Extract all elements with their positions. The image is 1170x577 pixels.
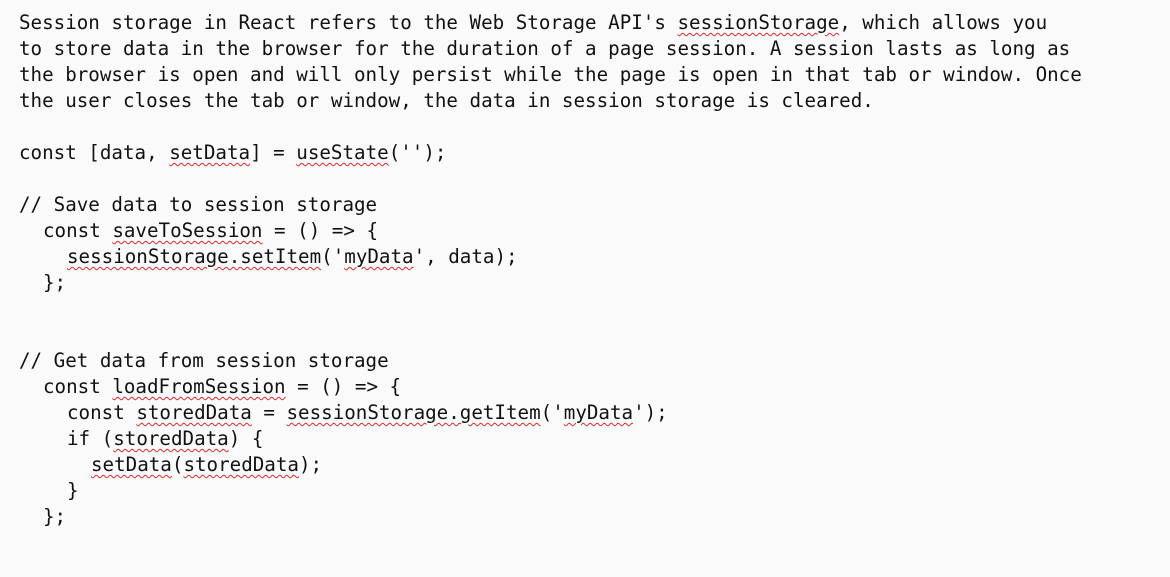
code-line-save-fn: const saveToSession = () => { (43, 219, 378, 243)
document-page: Session storage in React refers to the W… (0, 0, 1170, 577)
code-token: const (43, 219, 113, 242)
code-line-load-fn: const loadFromSession = () => { (43, 375, 401, 399)
code-token: '); (633, 401, 668, 424)
spellcheck-word: sessionStorage.getItem (286, 401, 541, 424)
spellcheck-word: setData (169, 141, 251, 164)
paragraph-line-2: to store data in the browser for the dur… (19, 37, 1071, 60)
spellcheck-word: storedData (136, 401, 252, 424)
spellcheck-word: storedData (113, 427, 229, 450)
code-line-state: const [data, setData] = useState(''); (19, 141, 446, 165)
code-token: (''); (388, 141, 447, 164)
code-token: const [data, (19, 141, 170, 164)
code-comment-get: // Get data from session storage (19, 349, 389, 372)
code-line-if: if (storedData) { (67, 427, 263, 451)
code-line-load-close: }; (43, 505, 67, 528)
code-line-save-close: }; (43, 271, 67, 294)
code-token: ); (298, 453, 323, 476)
code-token: ', data); (413, 245, 518, 268)
code-token: const (43, 375, 113, 398)
code-line-set-data: setData(storedData); (91, 453, 322, 477)
code-token: ] = (250, 141, 297, 164)
spellcheck-word: setData (91, 453, 172, 476)
paragraph-line-4: the user closes the tab or window, the d… (19, 89, 874, 112)
text-segment: Session storage in React refers to the W… (19, 11, 678, 34)
code-token: ( (171, 453, 184, 476)
code-line-set-item: sessionStorage.setItem('myData', data); (67, 245, 518, 269)
spellcheck-word: sessionStorage.setItem (67, 245, 322, 268)
spellcheck-word: storedData (183, 453, 299, 476)
spellcheck-word: saveToSession (112, 219, 263, 242)
code-line-get-item: const storedData = sessionStorage.getIte… (67, 401, 668, 425)
code-token: = () => { (262, 219, 379, 242)
code-token: if ( (67, 427, 114, 450)
spellcheck-word: myData (344, 245, 414, 268)
code-token: (' (321, 245, 345, 268)
code-token: (' (540, 401, 564, 424)
code-token: = (251, 401, 287, 424)
code-comment-save: // Save data to session storage (19, 193, 378, 216)
code-token: ) { (228, 427, 264, 450)
spellcheck-word: loadFromSession (112, 375, 286, 398)
spellcheck-word: myData (563, 401, 634, 424)
code-line-if-close: } (67, 479, 79, 502)
spellcheck-word: useState (296, 141, 389, 164)
text-segment: , which allows you (839, 11, 1048, 34)
code-token: const (67, 401, 137, 424)
paragraph-line-1: Session storage in React refers to the W… (19, 11, 1047, 35)
code-token: = () => { (285, 375, 402, 398)
paragraph-line-3: the browser is open and will only persis… (19, 63, 1082, 86)
spellcheck-word: sessionStorage (677, 11, 840, 34)
